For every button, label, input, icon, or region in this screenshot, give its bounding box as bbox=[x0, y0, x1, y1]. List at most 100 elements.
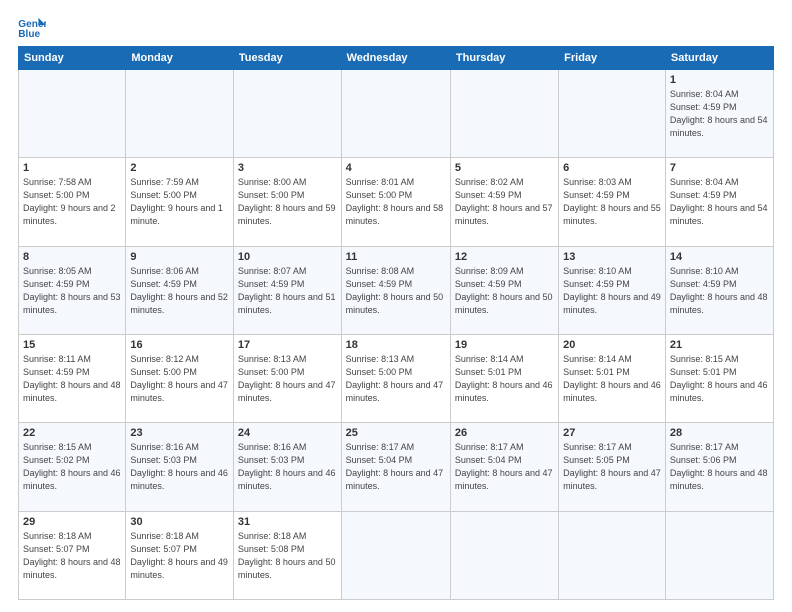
calendar-cell: 29Sunrise: 8:18 AMSunset: 5:07 PMDayligh… bbox=[19, 511, 126, 599]
calendar-cell: 6Sunrise: 8:03 AMSunset: 4:59 PMDaylight… bbox=[559, 158, 666, 246]
day-number: 11 bbox=[346, 251, 446, 263]
day-number: 2 bbox=[130, 162, 229, 174]
calendar-cell: 14 Sunrise: 8:10 AMSunset: 4:59 PMDayligh… bbox=[665, 246, 773, 334]
day-number: 7 bbox=[670, 162, 769, 174]
calendar-cell bbox=[233, 70, 341, 158]
calendar-cell: 31 Sunrise: 8:18 AMSunset: 5:08 PMDayligh… bbox=[233, 511, 341, 599]
calendar-cell: 27 Sunrise: 8:17 AMSunset: 5:05 PMDayligh… bbox=[559, 423, 666, 511]
calendar-cell: 1 Sunrise: 8:04 AMSunset: 4:59 PMDaylight… bbox=[665, 70, 773, 158]
day-info: Sunrise: 8:06 AMSunset: 4:59 PMDaylight:… bbox=[130, 265, 229, 317]
day-number: 29 bbox=[23, 516, 121, 528]
day-number: 14 bbox=[670, 251, 769, 263]
day-info: Sunrise: 8:14 AMSunset: 5:01 PMDaylight:… bbox=[455, 353, 554, 405]
day-number: 17 bbox=[238, 339, 337, 351]
day-number: 15 bbox=[23, 339, 121, 351]
calendar-cell: 5Sunrise: 8:02 AMSunset: 4:59 PMDaylight… bbox=[450, 158, 558, 246]
calendar-cell: 2 Sunrise: 7:59 AMSunset: 5:00 PMDaylight… bbox=[126, 158, 234, 246]
day-info: Sunrise: 8:04 AMSunset: 4:59 PMDaylight:… bbox=[670, 88, 769, 140]
day-number: 30 bbox=[130, 516, 229, 528]
day-info: Sunrise: 8:17 AMSunset: 5:04 PMDaylight:… bbox=[346, 441, 446, 493]
day-info: Sunrise: 8:18 AMSunset: 5:08 PMDaylight:… bbox=[238, 530, 337, 582]
calendar-cell: 22Sunrise: 8:15 AMSunset: 5:02 PMDayligh… bbox=[19, 423, 126, 511]
day-info: Sunrise: 8:13 AMSunset: 5:00 PMDaylight:… bbox=[238, 353, 337, 405]
calendar-cell bbox=[341, 511, 450, 599]
calendar-cell: 28Sunrise: 8:17 AMSunset: 5:06 PMDayligh… bbox=[665, 423, 773, 511]
calendar-cell bbox=[450, 511, 558, 599]
calendar-cell: 11 Sunrise: 8:08 AMSunset: 4:59 PMDayligh… bbox=[341, 246, 450, 334]
day-info: Sunrise: 8:07 AMSunset: 4:59 PMDaylight:… bbox=[238, 265, 337, 317]
day-info: Sunrise: 8:08 AMSunset: 4:59 PMDaylight:… bbox=[346, 265, 446, 317]
calendar-cell bbox=[126, 70, 234, 158]
day-number: 13 bbox=[563, 251, 661, 263]
calendar-cell: 26 Sunrise: 8:17 AMSunset: 5:04 PMDayligh… bbox=[450, 423, 558, 511]
day-header-wednesday: Wednesday bbox=[341, 47, 450, 70]
calendar-cell bbox=[559, 511, 666, 599]
svg-text:Blue: Blue bbox=[18, 29, 40, 38]
calendar-week-row: 1 Sunrise: 8:04 AMSunset: 4:59 PMDaylight… bbox=[19, 70, 774, 158]
day-info: Sunrise: 8:15 AMSunset: 5:02 PMDaylight:… bbox=[23, 441, 121, 493]
day-number: 28 bbox=[670, 427, 769, 439]
day-number: 27 bbox=[563, 427, 661, 439]
calendar-cell: 17 Sunrise: 8:13 AMSunset: 5:00 PMDayligh… bbox=[233, 334, 341, 422]
calendar-cell: 18 Sunrise: 8:13 AMSunset: 5:00 PMDayligh… bbox=[341, 334, 450, 422]
day-number: 5 bbox=[455, 162, 554, 174]
calendar-cell: 24 Sunrise: 8:16 AMSunset: 5:03 PMDayligh… bbox=[233, 423, 341, 511]
calendar-cell: 8 Sunrise: 8:05 AMSunset: 4:59 PMDaylight… bbox=[19, 246, 126, 334]
day-number: 23 bbox=[130, 427, 229, 439]
day-info: Sunrise: 8:00 AMSunset: 5:00 PMDaylight:… bbox=[238, 176, 337, 228]
calendar-week-row: 15 Sunrise: 8:11 AMSunset: 4:59 PMDayligh… bbox=[19, 334, 774, 422]
calendar-cell bbox=[665, 511, 773, 599]
calendar-cell: 20Sunrise: 8:14 AMSunset: 5:01 PMDayligh… bbox=[559, 334, 666, 422]
day-number: 12 bbox=[455, 251, 554, 263]
day-header-tuesday: Tuesday bbox=[233, 47, 341, 70]
day-number: 21 bbox=[670, 339, 769, 351]
day-info: Sunrise: 8:13 AMSunset: 5:00 PMDaylight:… bbox=[346, 353, 446, 405]
calendar-header-row: SundayMondayTuesdayWednesdayThursdayFrid… bbox=[19, 47, 774, 70]
calendar-cell: 10 Sunrise: 8:07 AMSunset: 4:59 PMDayligh… bbox=[233, 246, 341, 334]
day-number: 31 bbox=[238, 516, 337, 528]
logo: General Blue bbox=[18, 16, 50, 38]
day-header-thursday: Thursday bbox=[450, 47, 558, 70]
calendar-table: SundayMondayTuesdayWednesdayThursdayFrid… bbox=[18, 46, 774, 600]
day-number: 26 bbox=[455, 427, 554, 439]
day-number: 24 bbox=[238, 427, 337, 439]
day-number: 9 bbox=[130, 251, 229, 263]
day-number: 1 bbox=[23, 162, 121, 174]
day-info: Sunrise: 8:17 AMSunset: 5:05 PMDaylight:… bbox=[563, 441, 661, 493]
calendar-cell bbox=[341, 70, 450, 158]
day-info: Sunrise: 8:09 AMSunset: 4:59 PMDaylight:… bbox=[455, 265, 554, 317]
page: General Blue SundayMondayTuesdayWednesda… bbox=[0, 0, 792, 612]
day-info: Sunrise: 8:15 AMSunset: 5:01 PMDaylight:… bbox=[670, 353, 769, 405]
day-number: 10 bbox=[238, 251, 337, 263]
calendar-cell: 25 Sunrise: 8:17 AMSunset: 5:04 PMDayligh… bbox=[341, 423, 450, 511]
calendar-cell: 9 Sunrise: 8:06 AMSunset: 4:59 PMDaylight… bbox=[126, 246, 234, 334]
day-number: 1 bbox=[670, 74, 769, 86]
day-info: Sunrise: 8:10 AMSunset: 4:59 PMDaylight:… bbox=[670, 265, 769, 317]
calendar-cell: 12 Sunrise: 8:09 AMSunset: 4:59 PMDayligh… bbox=[450, 246, 558, 334]
day-number: 18 bbox=[346, 339, 446, 351]
day-number: 6 bbox=[563, 162, 661, 174]
day-number: 8 bbox=[23, 251, 121, 263]
day-info: Sunrise: 8:17 AMSunset: 5:04 PMDaylight:… bbox=[455, 441, 554, 493]
day-info: Sunrise: 8:01 AMSunset: 5:00 PMDaylight:… bbox=[346, 176, 446, 228]
day-number: 16 bbox=[130, 339, 229, 351]
day-header-friday: Friday bbox=[559, 47, 666, 70]
calendar-cell: 4 Sunrise: 8:01 AMSunset: 5:00 PMDaylight… bbox=[341, 158, 450, 246]
calendar-cell: 1 Sunrise: 7:58 AMSunset: 5:00 PMDaylight… bbox=[19, 158, 126, 246]
day-info: Sunrise: 7:59 AMSunset: 5:00 PMDaylight:… bbox=[130, 176, 229, 228]
calendar-week-row: 29Sunrise: 8:18 AMSunset: 5:07 PMDayligh… bbox=[19, 511, 774, 599]
day-info: Sunrise: 8:16 AMSunset: 5:03 PMDaylight:… bbox=[238, 441, 337, 493]
day-info: Sunrise: 7:58 AMSunset: 5:00 PMDaylight:… bbox=[23, 176, 121, 228]
day-header-sunday: Sunday bbox=[19, 47, 126, 70]
header: General Blue bbox=[18, 16, 774, 38]
logo-icon: General Blue bbox=[18, 16, 46, 38]
calendar-cell: 16Sunrise: 8:12 AMSunset: 5:00 PMDayligh… bbox=[126, 334, 234, 422]
day-info: Sunrise: 8:05 AMSunset: 4:59 PMDaylight:… bbox=[23, 265, 121, 317]
calendar-cell bbox=[19, 70, 126, 158]
day-info: Sunrise: 8:10 AMSunset: 4:59 PMDaylight:… bbox=[563, 265, 661, 317]
day-number: 4 bbox=[346, 162, 446, 174]
calendar-week-row: 8 Sunrise: 8:05 AMSunset: 4:59 PMDaylight… bbox=[19, 246, 774, 334]
day-number: 25 bbox=[346, 427, 446, 439]
day-number: 19 bbox=[455, 339, 554, 351]
day-info: Sunrise: 8:11 AMSunset: 4:59 PMDaylight:… bbox=[23, 353, 121, 405]
